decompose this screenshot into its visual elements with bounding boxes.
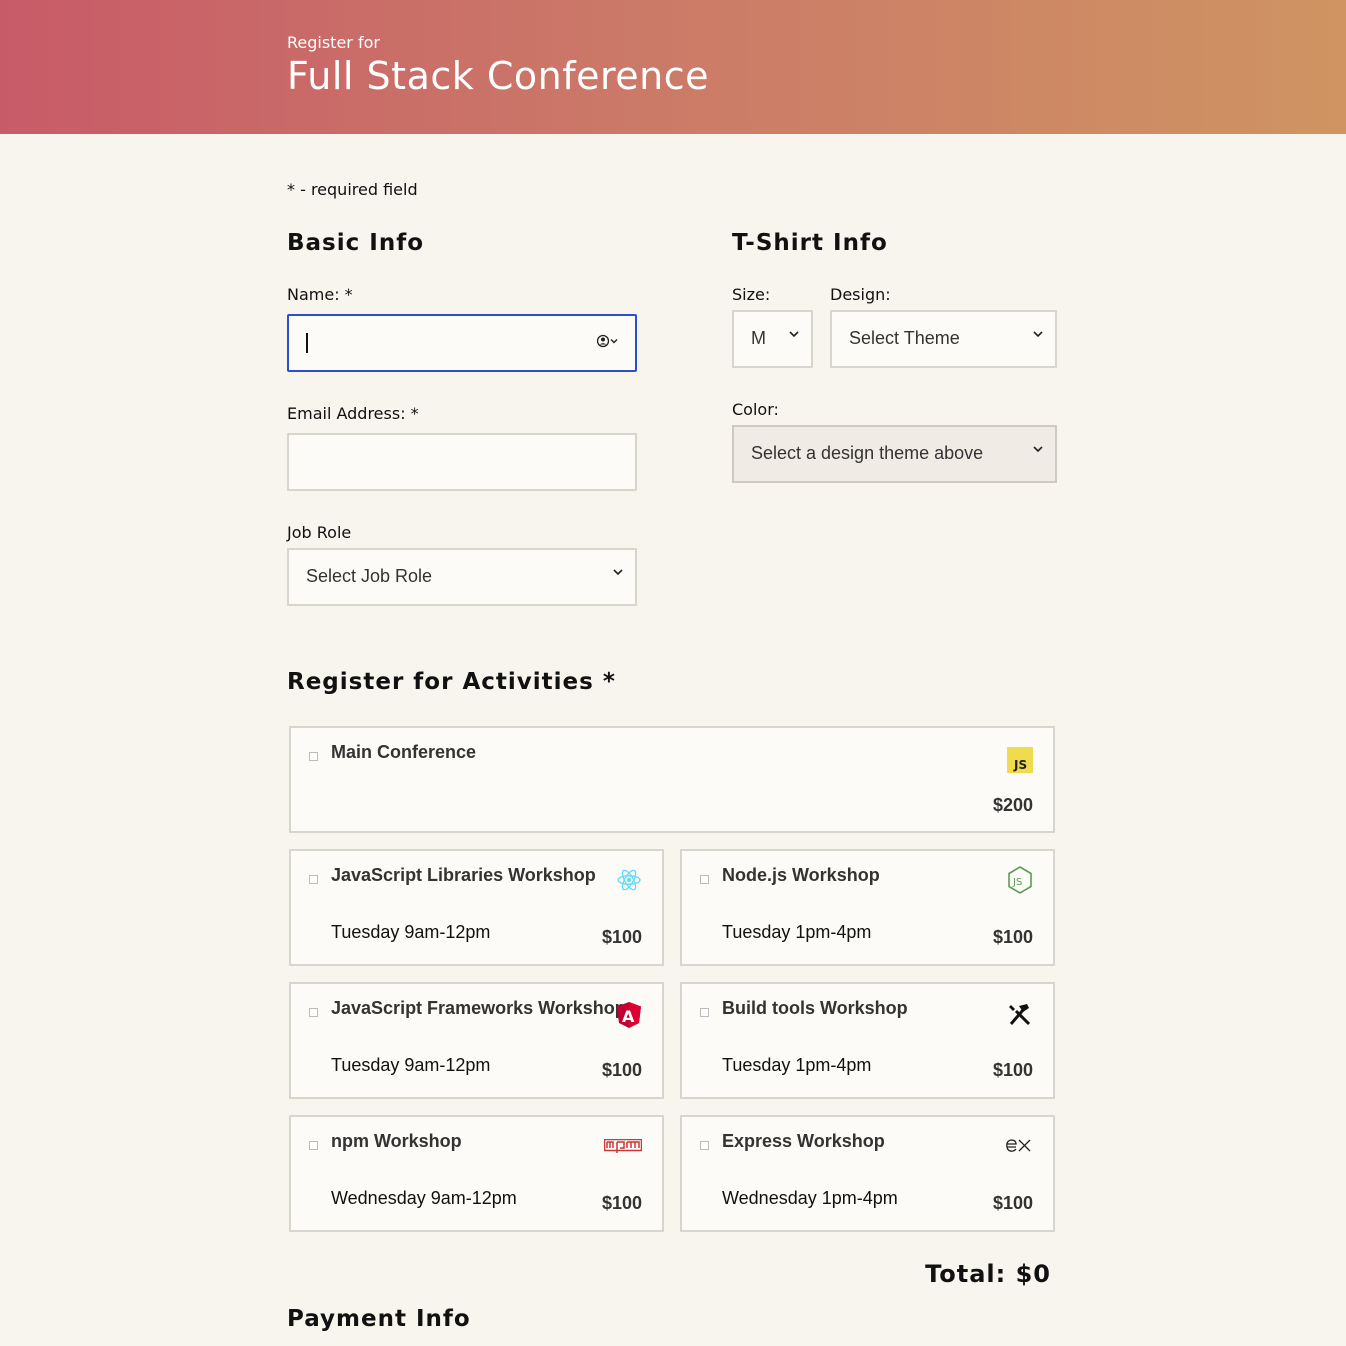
chevron-down-icon <box>1033 331 1043 338</box>
svg-text:JS: JS <box>1013 758 1027 772</box>
job-role-label: Job Role <box>287 523 352 542</box>
activity-cost: $200 <box>992 795 1033 815</box>
activity-cost: $100 <box>992 1193 1033 1213</box>
express-icon <box>1005 1133 1033 1160</box>
basic-info-heading: Basic Info <box>287 230 425 256</box>
activity-checkbox[interactable] <box>309 1008 318 1017</box>
javascript-icon: JS <box>1007 747 1033 778</box>
activity-checkbox[interactable] <box>309 752 318 761</box>
activity-checkbox[interactable] <box>700 1008 709 1017</box>
activity-time: Wednesday 9am-12pm <box>331 1188 517 1208</box>
chevron-down-icon <box>1033 446 1043 453</box>
activity-cost: $100 <box>992 1060 1033 1080</box>
activity-time: Tuesday 1pm-4pm <box>722 1055 872 1075</box>
activity-time: Tuesday 1pm-4pm <box>722 922 872 942</box>
activity-time: Tuesday 9am-12pm <box>331 922 491 942</box>
chevron-down-icon <box>789 331 799 338</box>
tools-icon <box>1007 1002 1033 1031</box>
color-select[interactable]: Select a design theme above <box>732 425 1057 483</box>
activities-heading: Register for Activities * <box>287 669 616 695</box>
size-select[interactable]: M <box>732 310 813 368</box>
activity-name: Main Conference <box>331 742 477 762</box>
activity-name: Express Workshop <box>722 1131 885 1151</box>
design-selected: Select Theme <box>849 328 960 348</box>
header-title: Full Stack Conference <box>287 54 709 98</box>
size-label: Size: <box>732 285 771 304</box>
autofill-contact-icon[interactable] <box>596 334 619 352</box>
text-caret <box>306 333 308 353</box>
page-header: Register for Full Stack Conference <box>0 0 1346 134</box>
react-icon <box>616 867 642 898</box>
activity-nodejs[interactable]: Node.js Workshop JS Tuesday 1pm-4pm $100 <box>680 849 1055 966</box>
activity-express[interactable]: Express Workshop Wednesday 1pm-4pm $100 <box>680 1115 1055 1232</box>
activity-checkbox[interactable] <box>309 875 318 884</box>
activity-build-tools[interactable]: Build tools Workshop Tuesday 1pm-4pm $10… <box>680 982 1055 1099</box>
activity-time: Tuesday 9am-12pm <box>331 1055 491 1075</box>
svg-text:JS: JS <box>1012 877 1022 888</box>
activity-main-conference[interactable]: Main Conference JS $200 <box>289 726 1055 833</box>
activity-cost: $100 <box>601 927 642 947</box>
required-field-note: * - required field <box>287 180 418 199</box>
job-role-selected: Select Job Role <box>306 566 433 586</box>
activity-checkbox[interactable] <box>309 1141 318 1150</box>
activity-js-libraries[interactable]: JavaScript Libraries Workshop Tuesday 9a… <box>289 849 664 966</box>
design-label: Design: <box>830 285 891 304</box>
chevron-down-icon <box>613 569 623 576</box>
activity-name: Node.js Workshop <box>722 865 880 885</box>
activity-name: JavaScript Frameworks Workshop <box>331 998 626 1018</box>
activity-checkbox[interactable] <box>700 875 709 884</box>
color-label: Color: <box>732 400 779 419</box>
activity-npm[interactable]: npm Workshop Wednesday 9am-12pm $100 <box>289 1115 664 1232</box>
activity-checkbox[interactable] <box>700 1141 709 1150</box>
email-label: Email Address: * <box>287 404 419 423</box>
payment-info-heading: Payment Info <box>287 1306 471 1332</box>
svg-text:A: A <box>622 1007 635 1026</box>
design-select[interactable]: Select Theme <box>830 310 1057 368</box>
nodejs-icon: JS <box>1007 866 1033 899</box>
size-selected: M <box>751 328 766 348</box>
activity-cost: $100 <box>992 927 1033 947</box>
activity-cost: $100 <box>601 1193 642 1213</box>
activities-total: Total: $0 <box>925 1260 1051 1288</box>
angular-icon: A <box>616 1001 642 1034</box>
name-label: Name: * <box>287 285 353 304</box>
activity-cost: $100 <box>601 1060 642 1080</box>
name-input[interactable] <box>287 314 637 372</box>
email-input[interactable] <box>287 433 637 491</box>
job-role-select[interactable]: Select Job Role <box>287 548 637 606</box>
header-subtitle: Register for <box>287 33 380 52</box>
color-selected: Select a design theme above <box>751 443 984 463</box>
activity-time: Wednesday 1pm-4pm <box>722 1188 898 1208</box>
npm-icon <box>603 1138 643 1160</box>
activity-name: npm Workshop <box>331 1131 462 1151</box>
activity-name: JavaScript Libraries Workshop <box>331 865 596 885</box>
activity-js-frameworks[interactable]: JavaScript Frameworks Workshop A Tuesday… <box>289 982 664 1099</box>
tshirt-info-heading: T-Shirt Info <box>732 230 888 256</box>
activity-name: Build tools Workshop <box>722 998 908 1018</box>
